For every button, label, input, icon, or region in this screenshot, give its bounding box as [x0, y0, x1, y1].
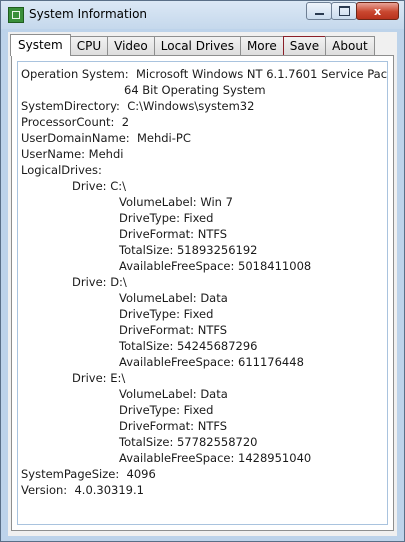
tab-cpu[interactable]: CPU	[69, 36, 109, 56]
window-title: System Information	[29, 7, 148, 21]
tab-system[interactable]: System	[10, 34, 71, 56]
os-bitness-line: 64 Bit Operating System	[124, 83, 266, 97]
os-line: Operation System: Microsoft Windows NT 6…	[21, 67, 388, 81]
close-icon: x	[373, 4, 382, 18]
maximize-button[interactable]	[331, 2, 357, 20]
drive-d-drive-type: DriveType: Fixed	[119, 307, 214, 321]
tab-local-drives[interactable]: Local Drives	[153, 36, 241, 56]
system-info-text: Operation System: Microsoft Windows NT 6…	[21, 66, 388, 498]
title-bar[interactable]: System Information x	[1, 1, 404, 29]
drive-e-total-size: TotalSize: 57782558720	[119, 435, 258, 449]
tab-more[interactable]: More	[239, 36, 284, 56]
drive-e-line: Drive: E:\	[72, 371, 126, 385]
system-directory-line: SystemDirectory: C:\Windows\system32	[21, 99, 255, 113]
close-button[interactable]: x	[356, 2, 399, 20]
minimize-icon	[314, 13, 324, 15]
drive-d-line: Drive: D:\	[72, 275, 127, 289]
drive-e-drive-format: DriveFormat: NTFS	[119, 419, 228, 433]
system-info-textbox[interactable]: Operation System: Microsoft Windows NT 6…	[17, 61, 388, 525]
drive-c-free-space: AvailableFreeSpace: 5018411008	[119, 259, 312, 273]
drive-c-volume-label: VolumeLabel: Win 7	[119, 195, 233, 209]
drive-d-total-size: TotalSize: 54245687296	[119, 339, 258, 353]
drive-d-volume-label: VolumeLabel: Data	[119, 291, 228, 305]
version-line: Version: 4.0.30319.1	[21, 483, 144, 497]
drive-c-total-size: TotalSize: 51893256192	[119, 243, 258, 257]
drive-e-volume-label: VolumeLabel: Data	[119, 387, 228, 401]
drive-c-line: Drive: C:\	[72, 179, 126, 193]
user-name-line: UserName: Mehdi	[21, 147, 124, 161]
client-area: System CPU Video Local Drives More Save …	[8, 32, 397, 536]
drive-c-drive-type: DriveType: Fixed	[119, 211, 214, 225]
logical-drives-label: LogicalDrives:	[21, 163, 102, 177]
maximize-icon	[338, 6, 350, 16]
processor-count-line: ProcessorCount: 2	[21, 115, 130, 129]
drive-e-drive-type: DriveType: Fixed	[119, 403, 214, 417]
drive-e-free-space: AvailableFreeSpace: 1428951040	[119, 451, 312, 465]
tab-panel-system: Operation System: Microsoft Windows NT 6…	[11, 55, 394, 531]
system-information-window: System Information x System CPU Video Lo…	[0, 0, 405, 542]
drive-d-drive-format: DriveFormat: NTFS	[119, 323, 228, 337]
tab-about[interactable]: About	[325, 36, 375, 56]
app-icon[interactable]	[8, 7, 24, 23]
minimize-button[interactable]	[306, 2, 332, 20]
tab-video[interactable]: Video	[107, 36, 155, 56]
drive-d-free-space: AvailableFreeSpace: 611176448	[119, 355, 304, 369]
user-domain-name-line: UserDomainName: Mehdi-PC	[21, 131, 191, 145]
tab-strip: System CPU Video Local Drives More Save …	[10, 34, 375, 56]
drive-c-drive-format: DriveFormat: NTFS	[119, 227, 228, 241]
tab-save[interactable]: Save	[282, 36, 327, 56]
window-controls: x	[306, 2, 399, 20]
system-page-size-line: SystemPageSize: 4096	[21, 467, 156, 481]
